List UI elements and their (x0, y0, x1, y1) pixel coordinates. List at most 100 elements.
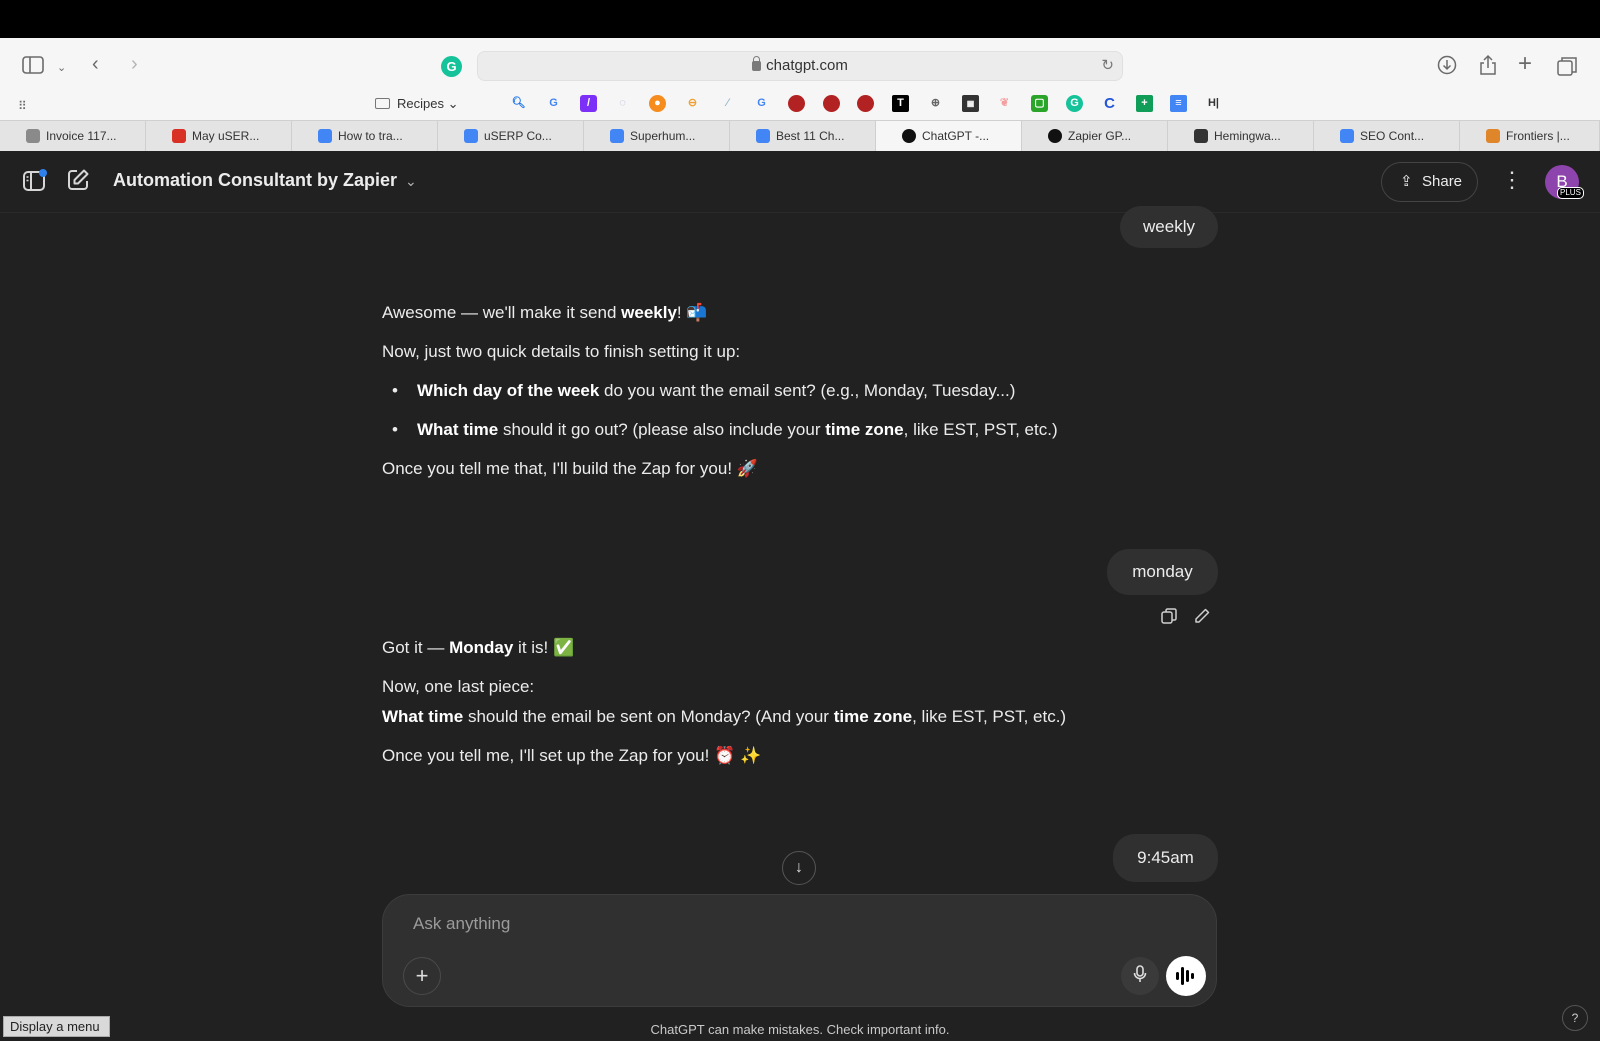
tab[interactable]: How to tra... (292, 121, 438, 151)
bookmark-icon[interactable]: ▦ (962, 95, 979, 112)
voice-mode-button[interactable] (1166, 956, 1206, 996)
reload-icon[interactable]: ↻ (1101, 52, 1114, 80)
bookmark-icon[interactable]: ∕ (719, 95, 736, 112)
bookmark-icon[interactable]: ▢ (1031, 95, 1048, 112)
tab-favicon (26, 129, 40, 143)
text: Got it — (382, 638, 450, 657)
attach-button[interactable]: + (403, 957, 441, 995)
downloads-icon[interactable] (1437, 55, 1457, 79)
tab-title: May uSER... (192, 129, 260, 143)
tab[interactable]: Zapier GP... (1022, 121, 1168, 151)
tab[interactable]: Frontiers |... (1460, 121, 1600, 151)
bookmark-icon[interactable]: T (892, 95, 909, 112)
tab-active[interactable]: ChatGPT -... (876, 121, 1022, 151)
folder-icon (375, 98, 390, 109)
tab-favicon (610, 129, 624, 143)
tab-title: How to tra... (338, 129, 403, 143)
bookmark-icon[interactable] (823, 95, 840, 112)
back-icon[interactable]: ‹ (92, 54, 99, 74)
sidebar-toggle-icon[interactable] (22, 56, 44, 78)
user-message: monday (1107, 549, 1218, 595)
bookmark-icon[interactable]: ❦ (996, 95, 1013, 112)
bookmark-icon[interactable] (788, 95, 805, 112)
tab-favicon (902, 129, 916, 143)
tab-favicon (1194, 129, 1208, 143)
url-text: chatgpt.com (766, 57, 848, 74)
bookmark-icon[interactable]: ⊖ (684, 95, 701, 112)
chevron-down-icon: ⌄ (405, 173, 417, 189)
tab-title: Zapier GP... (1068, 129, 1132, 143)
tab-favicon (756, 129, 770, 143)
dictate-button[interactable] (1121, 957, 1159, 995)
bookmark-icon[interactable]: + (1136, 95, 1153, 112)
bookmark-folder-label: Recipes (397, 96, 444, 111)
bold-text: time zone (833, 707, 913, 726)
hemingway-icon[interactable]: H| (1205, 95, 1222, 112)
browser-chrome: ⌄ ‹ › G chatgpt.com ↻ + ⠿ Recipes ⌄ 🔍︎ G… (0, 38, 1600, 151)
forward-icon[interactable]: › (131, 54, 138, 74)
scroll-to-bottom-button[interactable]: ↓ (782, 851, 816, 885)
tab[interactable]: Hemingwa... (1168, 121, 1314, 151)
tab[interactable]: Invoice 117... (0, 121, 146, 151)
chevron-down-icon[interactable]: ⌄ (57, 58, 66, 78)
bookmark-icon[interactable]: / (580, 95, 597, 112)
tab-title: Hemingwa... (1214, 129, 1281, 143)
grammarly-bookmark-icon[interactable]: G (1066, 95, 1083, 112)
browser-toolbar: ⌄ ‹ › G chatgpt.com ↻ + (0, 38, 1600, 92)
chatgpt-app: Automation Consultant by Zapier ⌄ ⇪ Share … (0, 151, 1600, 1041)
bookmark-icon[interactable] (857, 95, 874, 112)
google-icon[interactable]: G (545, 95, 562, 112)
text: , like EST, PST, etc.) (912, 707, 1067, 726)
bookmark-folder-recipes[interactable]: Recipes ⌄ (375, 96, 458, 112)
apps-grid-icon[interactable]: ⠿ (18, 96, 27, 116)
tab-overview-icon[interactable] (1557, 56, 1577, 80)
bold-text: What time (382, 707, 464, 726)
list-item: What time should it go out? (please also… (382, 417, 1222, 443)
tab-title: Frontiers |... (1506, 129, 1570, 143)
more-options-icon[interactable]: ⋮ (1501, 167, 1523, 193)
new-tab-icon[interactable]: + (1518, 52, 1532, 76)
gpt-title[interactable]: Automation Consultant by Zapier ⌄ (113, 170, 417, 191)
bold-text: Monday (449, 638, 514, 657)
docs-icon[interactable]: ≡ (1170, 95, 1187, 112)
tab-favicon (1048, 129, 1062, 143)
globe-icon[interactable]: ⊕ (927, 95, 944, 112)
message-paragraph: Now, just two quick details to finish se… (382, 342, 741, 361)
list-item: Which day of the week do you want the em… (382, 378, 1222, 404)
share-sheet-icon[interactable] (1479, 54, 1497, 80)
voice-waveform-icon (1176, 967, 1196, 985)
new-chat-icon[interactable] (66, 168, 90, 197)
bookmark-icon[interactable]: ● (649, 95, 666, 112)
tab-favicon (1486, 129, 1500, 143)
bookmark-icon[interactable]: C (1101, 95, 1118, 112)
tab[interactable]: uSERP Co... (438, 121, 584, 151)
address-bar[interactable]: chatgpt.com ↻ (477, 51, 1123, 81)
copy-icon[interactable] (1160, 607, 1178, 630)
share-button[interactable]: ⇪ Share (1381, 162, 1478, 202)
edit-icon[interactable] (1193, 607, 1211, 630)
bookmark-icon[interactable]: ◌ (614, 95, 631, 112)
message-composer[interactable]: Ask anything + (382, 894, 1217, 1007)
avatar[interactable]: B PLUS (1545, 165, 1584, 199)
search-icon[interactable]: 🔍︎ (510, 95, 527, 112)
tab[interactable]: Best 11 Ch... (730, 121, 876, 151)
tab-title: SEO Cont... (1360, 129, 1425, 143)
text: Awesome — we'll make it send (382, 303, 622, 322)
help-button[interactable]: ? (1562, 1005, 1588, 1031)
message-paragraph: Now, one last piece: (382, 677, 535, 696)
grammarly-icon[interactable]: G (441, 56, 462, 77)
prompt-input[interactable]: Ask anything (413, 914, 510, 934)
google-icon[interactable]: G (753, 95, 770, 112)
tab-title: Superhum... (630, 129, 696, 143)
tab-bar: Invoice 117... May uSER... How to tra...… (0, 120, 1600, 151)
sidebar-icon[interactable] (22, 168, 48, 199)
tab-title: Invoice 117... (46, 129, 117, 143)
tab[interactable]: SEO Cont... (1314, 121, 1460, 151)
tab[interactable]: Superhum... (584, 121, 730, 151)
apple-icon[interactable] (476, 95, 493, 112)
microphone-icon (1133, 965, 1147, 982)
bold-text: time zone (825, 420, 904, 439)
plan-badge: PLUS (1557, 187, 1584, 199)
tab[interactable]: May uSER... (146, 121, 292, 151)
bold-text: Which day of the week (417, 381, 600, 400)
